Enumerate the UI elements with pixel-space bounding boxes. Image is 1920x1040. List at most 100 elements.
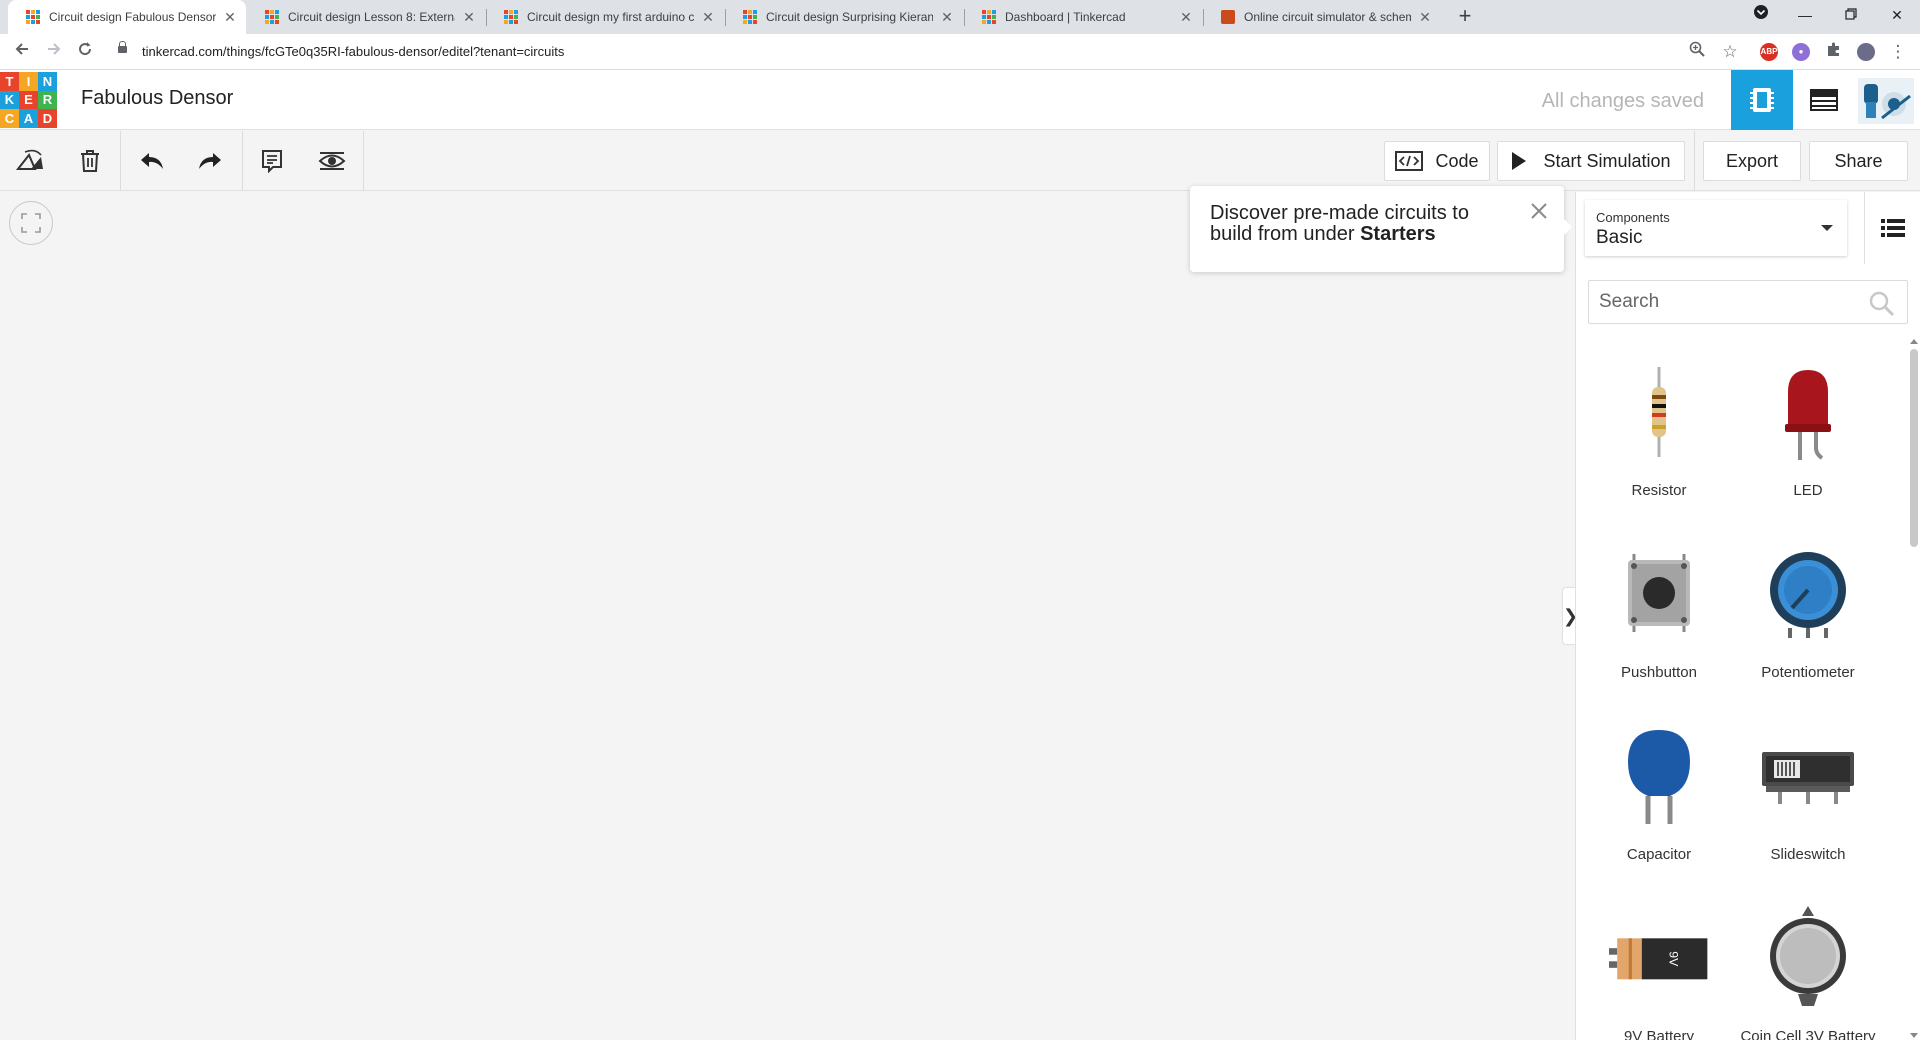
components-scrollbar[interactable] (1906, 337, 1920, 1040)
export-label: Export (1725, 150, 1779, 171)
resistor-icon (1609, 357, 1709, 467)
redo-icon (199, 153, 221, 169)
start-simulation-button[interactable]: Start Simulation (1497, 141, 1685, 181)
bookmark-star-icon[interactable]: ☆ (1716, 38, 1744, 66)
close-icon[interactable]: ✕ (461, 9, 477, 26)
url-field[interactable]: tinkercad.com/things/fcGTe0q35RI-fabulou… (110, 40, 1730, 64)
close-icon[interactable]: ✕ (1178, 9, 1194, 26)
undo-icon (141, 153, 163, 169)
adblock-icon[interactable]: ABP (1760, 43, 1778, 61)
code-icon (1395, 151, 1424, 171)
toolbar-divider (242, 131, 243, 191)
close-icon[interactable]: ✕ (222, 9, 238, 26)
tinkercad-logo[interactable]: T I N K E R C A D (0, 72, 57, 128)
component-potentiometer[interactable]: Potentiometer (1733, 519, 1883, 689)
tab-title: Online circuit simulator & schematic edi… (1244, 10, 1411, 24)
component-resistor[interactable]: Resistor (1584, 337, 1734, 507)
logo-letter: R (38, 90, 57, 110)
battery-label: 9V (1667, 951, 1681, 967)
browser-tab[interactable]: Circuit design my first arduino circuit … (486, 0, 724, 34)
component-pushbutton[interactable]: Pushbutton (1584, 519, 1734, 689)
browser-tab-active[interactable]: Circuit design Fabulous Densor | Tinkerc… (8, 0, 246, 34)
component-slideswitch[interactable]: Slideswitch (1733, 701, 1883, 871)
tab-title: Dashboard | Tinkercad (1005, 10, 1126, 24)
component-coin-cell-battery[interactable]: Coin Cell 3V Battery (1733, 883, 1883, 1040)
fit-view-button[interactable] (9, 201, 53, 245)
led-icon (1758, 357, 1858, 467)
forward-icon[interactable] (40, 38, 68, 66)
component-9v-battery[interactable]: 9V 9V Battery (1584, 883, 1734, 1040)
tinkercad-icon (504, 10, 518, 24)
notes-button[interactable] (248, 137, 296, 185)
zoom-icon[interactable] (1683, 38, 1711, 66)
visibility-button[interactable] (308, 137, 356, 185)
logo-letter: K (0, 90, 19, 110)
tab-search-icon[interactable] (1738, 0, 1784, 30)
share-label: Share (1834, 150, 1883, 171)
avatar[interactable] (1858, 78, 1914, 124)
browser-tab[interactable]: Dashboard | Tinkercad ✕ (964, 0, 1202, 34)
close-icon[interactable]: ✕ (939, 9, 955, 26)
components-dropdown[interactable]: Components Basic (1585, 200, 1847, 256)
new-tab-button[interactable]: + (1452, 4, 1478, 30)
project-title[interactable]: Fabulous Densor (81, 87, 233, 110)
profile-icon[interactable] (1857, 43, 1875, 61)
toolbar-divider (363, 131, 364, 191)
search-input[interactable] (1588, 280, 1908, 324)
code-label: Code (1435, 150, 1479, 171)
scrollbar-thumb[interactable] (1910, 349, 1918, 547)
reload-icon[interactable] (71, 38, 99, 66)
list-view-toggle-button[interactable] (1864, 192, 1920, 264)
circuitlab-icon (1221, 10, 1235, 24)
components-dropdown-label: Components (1596, 210, 1670, 225)
component-name: Slideswitch (1770, 846, 1846, 863)
logo-letter: N (38, 72, 57, 91)
component-name: Capacitor (1626, 846, 1692, 863)
undo-button[interactable] (128, 137, 176, 185)
breadboard-icon (1750, 88, 1774, 112)
component-name: Potentiometer (1761, 664, 1855, 681)
extension-icon[interactable]: ● (1792, 43, 1810, 61)
tinkercad-icon (265, 10, 279, 24)
slideswitch-icon (1758, 721, 1858, 831)
browser-tab[interactable]: Online circuit simulator & schematic edi… (1203, 0, 1441, 34)
minimize-icon[interactable]: — (1782, 0, 1828, 30)
puzzle-icon[interactable] (1820, 38, 1848, 66)
component-list-view-button[interactable] (1793, 70, 1855, 130)
play-icon (1512, 152, 1527, 170)
component-name: Coin Cell 3V Battery (1740, 1028, 1876, 1040)
restore-icon[interactable] (1828, 0, 1874, 30)
search-icon[interactable] (1869, 291, 1895, 317)
scroll-up-icon[interactable] (1910, 339, 1918, 344)
rotate-icon (15, 149, 43, 170)
starters-tooltip: Discover pre-made circuits to build from… (1190, 186, 1572, 272)
scroll-down-icon[interactable] (1910, 1033, 1918, 1038)
app-header: T I N K E R C A D Fabulous Densor All ch… (0, 70, 1920, 130)
export-button[interactable]: Export (1703, 141, 1801, 181)
close-icon[interactable] (1528, 200, 1550, 222)
tinkercad-icon (743, 10, 757, 24)
tab-title: Circuit design Lesson 8: External Interr… (288, 10, 455, 24)
circuit-view-button[interactable] (1731, 70, 1793, 130)
delete-button[interactable] (66, 137, 114, 185)
circuit-canvas[interactable] (0, 192, 1575, 1040)
browser-tab[interactable]: Circuit design Surprising Kieran-Hango ✕ (725, 0, 963, 34)
component-name: 9V Battery (1623, 1028, 1695, 1040)
close-icon[interactable]: ✕ (1417, 9, 1433, 26)
rotate-button[interactable] (6, 137, 54, 185)
logo-letter: T (0, 72, 19, 91)
tab-title: Circuit design Fabulous Densor | Tinkerc… (49, 10, 216, 24)
window-close-icon[interactable]: ✕ (1874, 0, 1920, 30)
code-button[interactable]: Code (1384, 141, 1490, 181)
browser-tab[interactable]: Circuit design Lesson 8: External Interr… (247, 0, 485, 34)
collapse-panel-button[interactable]: ❯ (1562, 587, 1578, 645)
close-icon[interactable]: ✕ (700, 9, 716, 26)
redo-button[interactable] (186, 137, 234, 185)
browser-menu-icon[interactable]: ⋮ (1884, 38, 1912, 66)
component-led[interactable]: LED (1733, 337, 1883, 507)
component-capacitor[interactable]: Capacitor (1584, 701, 1734, 871)
back-icon[interactable] (8, 38, 36, 66)
component-name: Resistor (1631, 482, 1687, 499)
share-button[interactable]: Share (1809, 141, 1908, 181)
component-name: Pushbutton (1621, 664, 1697, 681)
